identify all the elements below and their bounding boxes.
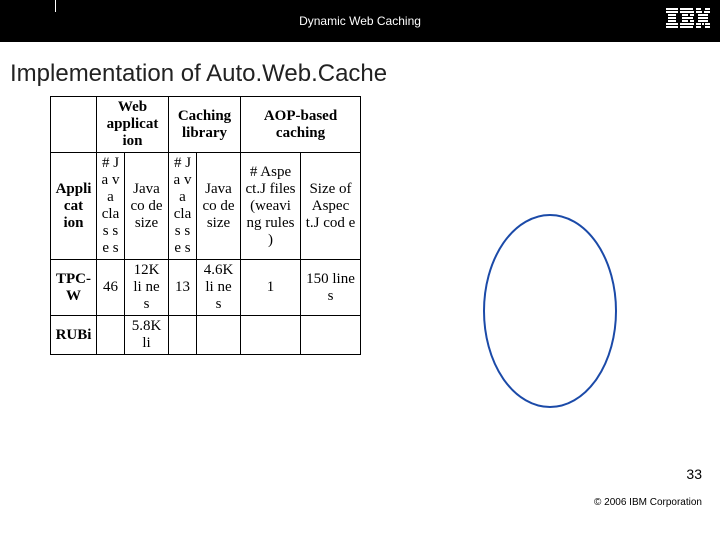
cell-value: 5.8K li	[125, 316, 169, 355]
cell-value	[241, 316, 301, 355]
header-title: Dynamic Web Caching	[299, 14, 421, 28]
page-number: 33	[686, 466, 702, 482]
col-group-webapp: Web applicat ion	[97, 97, 169, 153]
cell-value: 13	[169, 260, 197, 316]
header-bar: Dynamic Web Caching	[0, 0, 720, 42]
subhead-java-classes-2: # J a v a cla s s e s	[169, 153, 197, 260]
subhead-aspectj-files: # Aspe ct.J files (weavi ng rules )	[241, 153, 301, 260]
subhead-code-size-2: Java co de size	[197, 153, 241, 260]
cell-value	[169, 316, 197, 355]
cell-value	[301, 316, 361, 355]
header-tick	[55, 0, 56, 12]
subhead-application: Appli cat ion	[51, 153, 97, 260]
subhead-java-classes-1: # J a v a cla s s e s	[97, 153, 125, 260]
cell-value: 1	[241, 260, 301, 316]
highlight-ellipse-icon	[480, 211, 620, 411]
table-row: RUBi 5.8K li	[51, 316, 361, 355]
cell-value	[197, 316, 241, 355]
table-subheader-row: Appli cat ion # J a v a cla s s e s Java…	[51, 153, 361, 260]
table-row: TPC- W 46 12K li ne s 13 4.6K li ne s 1 …	[51, 260, 361, 316]
cell-value: 46	[97, 260, 125, 316]
cell-value: 150 line s	[301, 260, 361, 316]
ibm-logo-icon	[666, 8, 710, 35]
subhead-aspectj-size: Size of Aspec t.J cod e	[301, 153, 361, 260]
cell-app: RUBi	[51, 316, 97, 355]
header-blank	[51, 97, 97, 153]
implementation-table: Web applicat ion Caching library AOP-bas…	[50, 96, 361, 355]
slide-body: Web applicat ion Caching library AOP-bas…	[0, 96, 720, 526]
col-group-caching: Caching library	[169, 97, 241, 153]
subhead-code-size-1: Java co de size	[125, 153, 169, 260]
table-group-row: Web applicat ion Caching library AOP-bas…	[51, 97, 361, 153]
cell-app: TPC- W	[51, 260, 97, 316]
col-group-aop: AOP-based caching	[241, 97, 361, 153]
slide-title: Implementation of Auto.Web.Cache	[0, 42, 720, 96]
cell-value: 12K li ne s	[125, 260, 169, 316]
copyright-text: © 2006 IBM Corporation	[594, 497, 702, 508]
cell-value: 4.6K li ne s	[197, 260, 241, 316]
cell-value	[97, 316, 125, 355]
